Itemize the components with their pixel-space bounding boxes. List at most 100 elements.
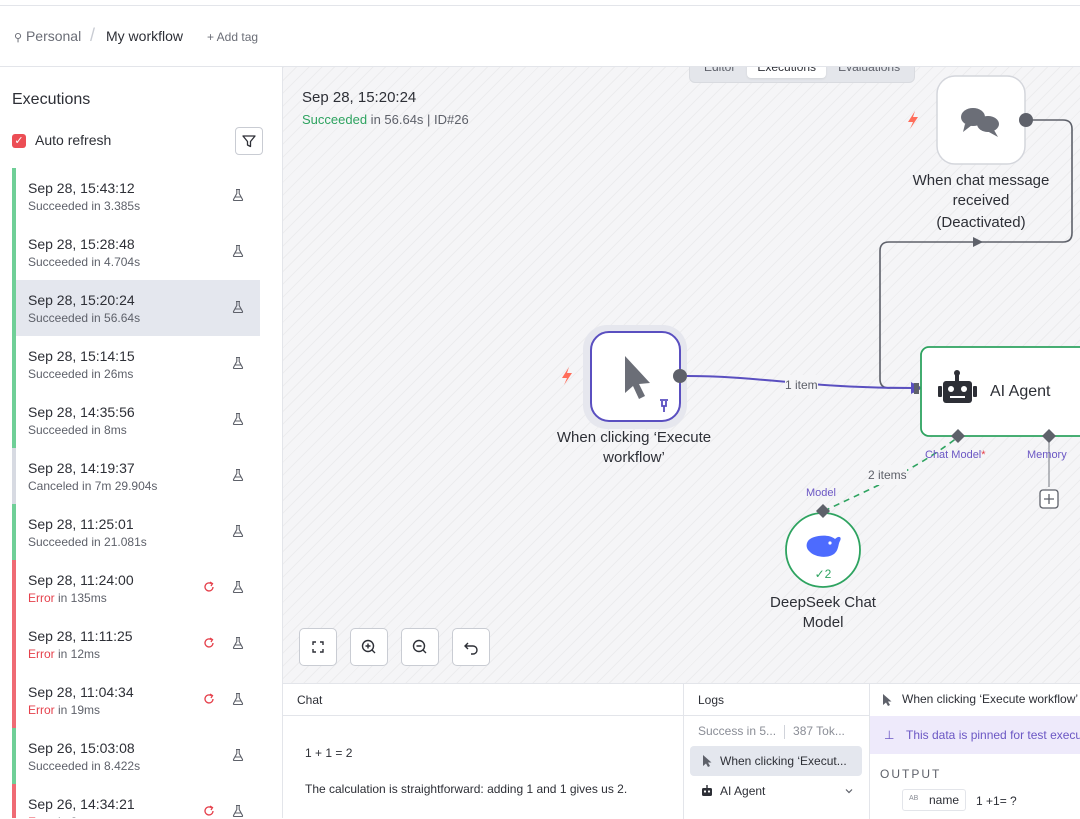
log-item-ai-agent[interactable]: AI Agent: [690, 776, 862, 806]
field-value: 1 +1= ?: [976, 794, 1017, 808]
zoom-out-icon: [412, 639, 427, 654]
flask-icon[interactable]: [231, 636, 245, 650]
undo-button[interactable]: [452, 628, 490, 666]
manual-trigger-label: When clicking ‘Execute workflow’: [556, 429, 712, 466]
flask-icon[interactable]: [231, 244, 245, 258]
execution-item-date: Sep 28, 15:28:48: [28, 236, 135, 252]
undo-icon: [464, 642, 478, 655]
field-name: name: [929, 793, 960, 807]
manual-trigger-output-handle: [673, 369, 687, 383]
execution-item-date: Sep 28, 11:24:00: [28, 572, 134, 588]
memory-port-label: Memory: [1027, 449, 1067, 461]
execution-item-status: Succeeded in 21.081s: [28, 535, 147, 549]
breadcrumb-personal[interactable]: ⚲ Personal: [14, 28, 81, 44]
execution-list: Sep 28, 15:43:12 Succeeded in 3.385s Sep 2…: [12, 168, 260, 818]
execution-item[interactable]: Sep 28, 15:43:12 Succeeded in 3.385s: [12, 168, 260, 224]
flask-icon[interactable]: [231, 300, 245, 314]
execution-item-status: Succeeded in 4.704s: [28, 255, 141, 269]
flask-icon[interactable]: [231, 356, 245, 370]
execution-item[interactable]: Sep 28, 14:19:37 Canceled in 7m 29.904s: [12, 448, 260, 504]
execution-item-date: Sep 28, 11:25:01: [28, 516, 134, 532]
flask-icon[interactable]: [231, 412, 245, 426]
logs-panel: Logs Success in 5... 387 Tok... When clic…: [684, 684, 870, 819]
main-edge-label: 1 item: [785, 375, 818, 395]
agent-input-handle: [914, 383, 919, 394]
retry-icon[interactable]: [202, 804, 216, 818]
workflow-canvas[interactable]: Editor Executions Evaluations Sep 28, 15…: [283, 67, 1080, 683]
bolt-icon: [562, 367, 572, 385]
flask-icon[interactable]: [231, 804, 245, 818]
user-icon: ⚲: [14, 32, 23, 44]
output-panel: When clicking ‘Execute workflow’ ⊥ This …: [870, 684, 1080, 819]
workflow-name[interactable]: My workflow: [106, 28, 183, 44]
execution-item[interactable]: Sep 26, 15:03:08 Succeeded in 8.422s: [12, 728, 260, 784]
execution-item[interactable]: Sep 28, 15:20:24 Succeeded in 56.64s: [12, 280, 260, 336]
execution-item-status: Succeeded in 26ms: [28, 367, 134, 381]
retry-icon[interactable]: [202, 636, 216, 650]
connection-arrow: [973, 237, 983, 247]
execution-item-date: Sep 28, 15:14:15: [28, 348, 135, 364]
execution-item-date: Sep 26, 15:03:08: [28, 740, 135, 756]
model-edge-label: 2 items: [868, 465, 907, 485]
output-label: OUTPUT: [880, 767, 942, 781]
flask-icon[interactable]: [231, 524, 245, 538]
execution-item[interactable]: Sep 28, 11:25:01 Succeeded in 21.081s: [12, 504, 260, 560]
fit-view-button[interactable]: [299, 628, 337, 666]
ai-agent-label: AI Agent: [990, 383, 1051, 400]
filter-button[interactable]: [235, 127, 263, 155]
chat-model-port-label: Chat Model*: [925, 449, 986, 461]
auto-refresh-checkbox[interactable]: ✓: [12, 134, 26, 148]
flask-icon[interactable]: [231, 580, 245, 594]
auto-refresh-label[interactable]: Auto refresh: [35, 132, 111, 148]
execution-item-status: Succeeded in 3.385s: [28, 199, 141, 213]
execution-item-status: Succeeded in 8ms: [28, 423, 127, 437]
output-field: AB name: [902, 789, 966, 811]
execution-item-date: Sep 28, 14:35:56: [28, 404, 135, 420]
execution-item[interactable]: Sep 28, 11:11:25 Error in 12ms: [12, 616, 260, 672]
deepseek-run-count: ✓2: [814, 567, 832, 581]
log-item-manual-trigger[interactable]: When clicking ‘Execut...: [690, 746, 862, 776]
workflow-header: ⚲ Personal / My workflow + Add tag: [0, 6, 1080, 67]
retry-icon[interactable]: [202, 580, 216, 594]
execution-item[interactable]: Sep 28, 14:35:56 Succeeded in 8ms: [12, 392, 260, 448]
workflow-graph: [562, 75, 1080, 588]
logs-summary: Success in 5... 387 Tok...: [698, 724, 845, 739]
string-type-icon: AB: [909, 795, 919, 802]
execution-item-status: Error in 135ms: [28, 591, 107, 605]
robot-icon: [702, 785, 712, 796]
pin-icon: ⊥: [884, 728, 895, 742]
retry-icon[interactable]: [202, 692, 216, 706]
logs-panel-title: Logs: [684, 684, 869, 716]
chat-panel: Chat 1 + 1 = 2 The calculation is straig…: [283, 684, 684, 819]
pinned-notice: ⊥ This data is pinned for test execution…: [870, 716, 1080, 754]
execution-item[interactable]: Sep 28, 15:14:15 Succeeded in 26ms: [12, 336, 260, 392]
zoom-in-button[interactable]: [350, 628, 388, 666]
add-tag-button[interactable]: + Add tag: [207, 30, 258, 44]
execution-item-date: Sep 28, 11:04:34: [28, 684, 134, 700]
execution-item[interactable]: Sep 28, 11:24:00 Error in 135ms: [12, 560, 260, 616]
breadcrumb-separator: /: [90, 25, 96, 45]
flask-icon[interactable]: [231, 468, 245, 482]
flask-icon[interactable]: [231, 692, 245, 706]
execution-item[interactable]: Sep 28, 11:04:34 Error in 19ms: [12, 672, 260, 728]
chat-panel-title: Chat: [283, 684, 683, 716]
execution-item[interactable]: Sep 28, 15:28:48 Succeeded in 4.704s: [12, 224, 260, 280]
bottom-panels: Chat 1 + 1 = 2 The calculation is straig…: [283, 683, 1080, 819]
fit-view-icon: [312, 641, 324, 653]
executions-sidebar: Executions ✓ Auto refresh Sep 28, 15:43:…: [0, 67, 283, 818]
flask-icon[interactable]: [231, 188, 245, 202]
chat-trigger-label: When chat message received (Deactivated): [912, 172, 1050, 231]
execution-item[interactable]: Sep 26, 14:34:21Error in 8ms: [12, 784, 260, 818]
cursor-icon: [703, 755, 712, 767]
chat-trigger-output-handle: [1019, 113, 1033, 127]
flask-icon[interactable]: [231, 748, 245, 762]
cursor-icon: [883, 694, 892, 706]
chevron-down-icon[interactable]: [844, 786, 854, 796]
zoom-in-icon: [361, 639, 376, 654]
deepseek-label: DeepSeek Chat Model: [770, 594, 876, 631]
model-port-label: Model: [806, 487, 836, 499]
execution-item-date: Sep 28, 11:11:25: [28, 628, 133, 644]
sidebar-title: Executions: [12, 91, 91, 108]
zoom-out-button[interactable]: [401, 628, 439, 666]
execution-item-status: Canceled in 7m 29.904s: [28, 479, 158, 493]
